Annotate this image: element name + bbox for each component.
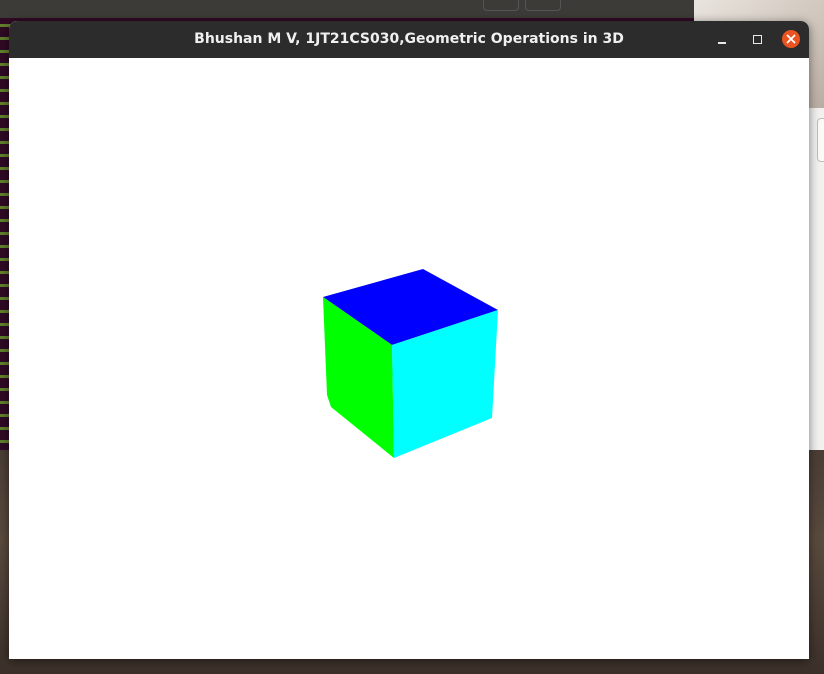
opengl-canvas[interactable] xyxy=(9,58,809,659)
close-x-glyph xyxy=(786,34,796,44)
close-button[interactable] xyxy=(781,29,801,49)
desktop: Bhushan M V, 1JT21CS030,Geometric Operat… xyxy=(0,0,824,674)
window-title: Bhushan M V, 1JT21CS030,Geometric Operat… xyxy=(194,31,624,47)
maximize-icon xyxy=(752,34,762,44)
app-window: Bhushan M V, 1JT21CS030,Geometric Operat… xyxy=(9,21,809,659)
background-terminal-tab xyxy=(483,0,519,11)
background-terminal-tab xyxy=(525,0,561,11)
cube-drawing xyxy=(323,269,498,458)
minimize-button[interactable] xyxy=(712,29,732,49)
window-titlebar[interactable]: Bhushan M V, 1JT21CS030,Geometric Operat… xyxy=(9,21,809,58)
background-window-button xyxy=(817,118,824,162)
close-icon xyxy=(782,30,800,48)
minimize-icon xyxy=(718,42,726,44)
maximize-button[interactable] xyxy=(747,29,767,49)
background-terminal-titlebar xyxy=(0,0,694,18)
